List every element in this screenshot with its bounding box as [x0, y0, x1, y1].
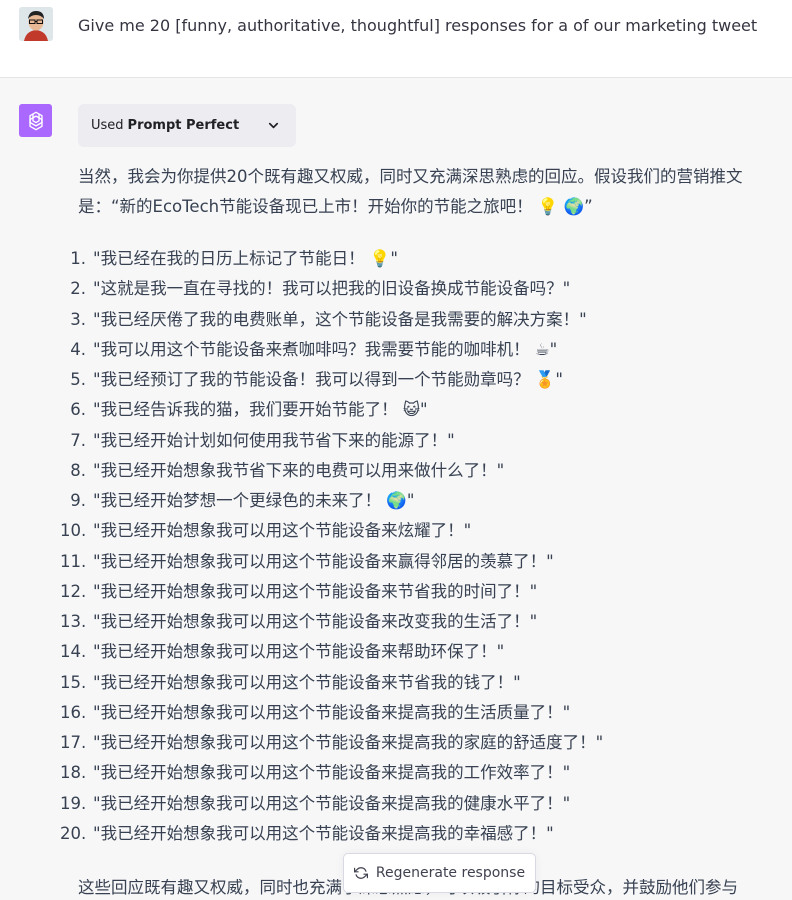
list-item-number: 9. [70, 491, 86, 510]
list-item-number: 18. [60, 763, 87, 783]
user-avatar [19, 7, 53, 41]
list-item-text: "我已经开始想象我可以用这个节能设备来赢得邻居的羡慕了！" [93, 551, 554, 571]
list-item: 7. "我已经开始计划如何使用我节省下来的能源了！" [60, 426, 780, 456]
list-item-text: "我已经开始想象我可以用这个节能设备来提高我的生活质量了！" [93, 702, 571, 722]
list-item: 15. "我已经开始想象我可以用这个节能设备来节省我的钱了！" [60, 668, 780, 698]
list-item-text: "我已经开始想象我可以用这个节能设备来提高我的家庭的舒适度了！" [93, 733, 604, 752]
list-item-number: 19. [60, 793, 87, 813]
list-item-text: "我已经开始想象我可以用这个节能设备来节省我的时间了！" [93, 581, 538, 601]
chevron-down-icon [268, 122, 279, 129]
plugin-used-dropdown[interactable]: Used Prompt Perfect [78, 104, 296, 147]
list-item: 17. "我已经开始想象我可以用这个节能设备来提高我的家庭的舒适度了！" [60, 728, 780, 758]
list-item-number: 20. [60, 823, 87, 843]
list-item: 10. "我已经开始想象我可以用这个节能设备来炫耀了！" [60, 516, 780, 546]
list-item-number: 17. [60, 733, 87, 752]
list-item-number: 6. [70, 400, 86, 420]
list-item-text: "我已经厌倦了我的电费账单，这个节能设备是我需要的解决方案！" [93, 309, 587, 329]
list-item-text: "我已经预订了我的节能设备！我可以得到一个节能勋章吗？ 🏅" [93, 370, 563, 389]
list-item-text: "我已经开始梦想一个更绿色的未来了！ 🌍" [93, 491, 415, 510]
list-item: 14. "我已经开始想象我可以用这个节能设备来帮助环保了！" [60, 637, 780, 667]
list-item-number: 13. [60, 612, 87, 631]
list-item-number: 4. [70, 339, 86, 359]
regenerate-label: Regenerate response [375, 865, 526, 881]
list-item: 1. "我已经在我的日历上标记了节能日！ 💡" [60, 244, 780, 274]
list-item-number: 5. [70, 370, 86, 389]
list-item-number: 11. [60, 551, 87, 571]
chatgpt-logo-icon [19, 104, 52, 137]
list-item-number: 12. [60, 581, 87, 601]
list-item-text: "我已经开始想象我可以用这个节能设备来提高我的健康水平了！" [93, 793, 571, 813]
list-item-text: "我已经告诉我的猫，我们要开始节能了！ 😺" [93, 400, 428, 420]
list-item-number: 3. [70, 309, 86, 329]
list-item: 12. "我已经开始想象我可以用这个节能设备来节省我的时间了！" [60, 577, 780, 607]
list-item: 8. "我已经开始想象我节省下来的电费可以用来做什么了！" [60, 456, 780, 486]
list-item-number: 16. [60, 702, 87, 722]
list-item-number: 14. [60, 642, 87, 662]
list-item-text: "我已经在我的日历上标记了节能日！ 💡" [93, 249, 398, 268]
list-item-text: "我已经开始想象我可以用这个节能设备来改变我的生活了！" [93, 612, 538, 631]
list-item-text: "我可以用这个节能设备来煮咖啡吗？我需要节能的咖啡机！ ☕" [93, 339, 558, 359]
list-item-text: "我已经开始想象我可以用这个节能设备来帮助环保了！" [93, 642, 505, 662]
list-item: 3. "我已经厌倦了我的电费账单，这个节能设备是我需要的解决方案！" [60, 305, 780, 335]
regenerate-response-button[interactable]: Regenerate response [343, 853, 536, 893]
list-item-text: "我已经开始想象我可以用这个节能设备来节省我的钱了！" [93, 672, 521, 692]
responses-list: 1. "我已经在我的日历上标记了节能日！ 💡" 2. "这就是我一直在寻找的！我可以… [60, 244, 780, 849]
plugin-used-label: Used [91, 118, 124, 133]
intro-line-1: 当然，我会为你提供20个既有趣又权威，同时又充满深思熟虑的回应。假设我们的营销推… [78, 167, 743, 186]
list-item-number: 8. [70, 460, 86, 480]
list-item-text: "我已经开始想象我可以用这个节能设备来提高我的工作效率了！" [93, 763, 571, 783]
refresh-icon [353, 867, 368, 879]
list-item: 13. "我已经开始想象我可以用这个节能设备来改变我的生活了！" [60, 607, 780, 637]
intro-line-2: 是：“新的EcoTech节能设备现已上市！开始你的节能之旅吧！ 💡 🌍” [78, 197, 593, 216]
user-message-row: Give me 20 [funny, authoritative, though… [0, 0, 792, 78]
list-item: 4. "我可以用这个节能设备来煮咖啡吗？我需要节能的咖啡机！ ☕" [60, 335, 780, 365]
list-item-text: "我已经开始想象我节省下来的电费可以用来做什么了！" [93, 460, 505, 480]
list-item-number: 2. [70, 279, 86, 299]
list-item-text: "这就是我一直在寻找的！我可以把我的旧设备换成节能设备吗？" [93, 279, 571, 299]
plugin-name: Prompt Perfect [127, 118, 240, 133]
list-item-text: "我已经开始想象我可以用这个节能设备来炫耀了！" [93, 521, 472, 541]
list-item-number: 7. [70, 430, 86, 450]
list-item: 6. "我已经告诉我的猫，我们要开始节能了！ 😺" [60, 395, 780, 425]
list-item-text: "我已经开始想象我可以用这个节能设备来提高我的幸福感了！" [93, 823, 554, 843]
list-item-number: 10. [60, 521, 87, 541]
list-item-text: "我已经开始计划如何使用我节省下来的能源了！" [93, 430, 455, 450]
assistant-message-row: Used Prompt Perfect 当然，我会为你提供20个既有趣又权威，同… [0, 78, 792, 900]
list-item-number: 15. [60, 672, 87, 692]
user-message-text: Give me 20 [funny, authoritative, though… [78, 16, 758, 35]
list-item: 5. "我已经预订了我的节能设备！我可以得到一个节能勋章吗？ 🏅" [60, 365, 780, 395]
list-item: 16. "我已经开始想象我可以用这个节能设备来提高我的生活质量了！" [60, 698, 780, 728]
list-item: 18. "我已经开始想象我可以用这个节能设备来提高我的工作效率了！" [60, 758, 780, 788]
list-item: 11. "我已经开始想象我可以用这个节能设备来赢得邻居的羡慕了！" [60, 547, 780, 577]
list-item: 19. "我已经开始想象我可以用这个节能设备来提高我的健康水平了！" [60, 789, 780, 819]
list-item: 9. "我已经开始梦想一个更绿色的未来了！ 🌍" [60, 486, 780, 516]
list-item: 2. "这就是我一直在寻找的！我可以把我的旧设备换成节能设备吗？" [60, 274, 780, 304]
list-item-number: 1. [70, 249, 86, 268]
list-item: 20. "我已经开始想象我可以用这个节能设备来提高我的幸福感了！" [60, 819, 780, 849]
response-intro: 当然，我会为你提供20个既有趣又权威，同时又充满深思熟虑的回应。假设我们的营销推… [78, 162, 783, 222]
